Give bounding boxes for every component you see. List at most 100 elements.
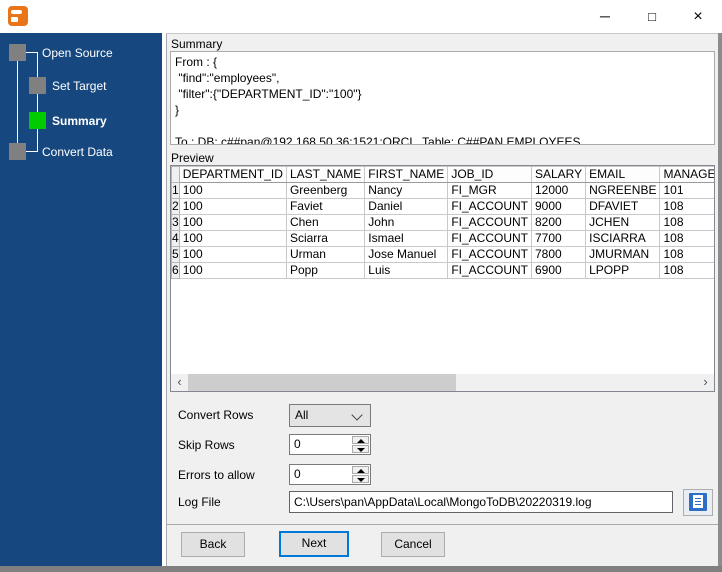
close-button[interactable]: × bbox=[682, 4, 714, 29]
preview-grid: DEPARTMENT_ID LAST_NAME FIRST_NAME JOB_ID SA… bbox=[170, 165, 715, 392]
table-cell: 7800 bbox=[530, 246, 587, 263]
table-cell: Daniel bbox=[364, 198, 449, 215]
table-cell: DFAVIET bbox=[585, 198, 661, 215]
table-cell: FI_MGR bbox=[447, 182, 532, 199]
table-row: 4 100 Sciarra Ismael FI_ACCOUNT 7700 ISCIARRA 1… bbox=[171, 230, 714, 247]
cancel-button[interactable]: Cancel bbox=[381, 532, 445, 557]
scrollbar-thumb[interactable] bbox=[188, 374, 456, 391]
errors-to-allow-label: Errors to allow bbox=[178, 468, 255, 482]
table-cell: FI_ACCOUNT bbox=[447, 214, 532, 231]
column-header: SALARY bbox=[530, 166, 587, 183]
minimize-button[interactable]: ─ bbox=[589, 4, 621, 29]
next-button[interactable]: Next bbox=[279, 531, 349, 557]
arrow-down-icon bbox=[357, 478, 365, 482]
table-cell: NGREENBE bbox=[585, 182, 661, 199]
errors-increment-button[interactable] bbox=[352, 466, 369, 474]
column-header: EMAIL bbox=[585, 166, 661, 183]
arrow-up-icon bbox=[357, 439, 365, 443]
table-cell: Greenberg bbox=[285, 182, 366, 199]
skip-rows-label: Skip Rows bbox=[178, 438, 235, 452]
corner-cell bbox=[171, 166, 180, 183]
table-cell: FI_ACCOUNT bbox=[447, 198, 532, 215]
title-bar: ─ □ × bbox=[0, 0, 722, 33]
table-cell: 9000 bbox=[530, 198, 587, 215]
content-panel: Summary From : { "find":"employees", "fi… bbox=[166, 33, 719, 566]
table-cell: 100 bbox=[178, 262, 287, 279]
table-cell: 108 bbox=[659, 198, 714, 215]
row-number: 2 bbox=[171, 198, 180, 215]
table-row: 6 100 Popp Luis FI_ACCOUNT 6900 LPOPP 108 bbox=[171, 262, 714, 279]
document-icon bbox=[689, 493, 707, 511]
table-cell: FI_ACCOUNT bbox=[447, 262, 532, 279]
table-cell: JMURMAN bbox=[585, 246, 661, 263]
view-log-button[interactable] bbox=[683, 489, 713, 516]
skip-rows-decrement-button[interactable] bbox=[352, 445, 369, 453]
table-cell: 108 bbox=[659, 262, 714, 279]
skip-rows-stepper[interactable]: 0 bbox=[289, 434, 371, 455]
column-header: DEPARTMENT_ID bbox=[178, 166, 287, 183]
table-cell: Sciarra bbox=[285, 230, 366, 247]
table-cell: 108 bbox=[659, 246, 714, 263]
back-button[interactable]: Back bbox=[181, 532, 245, 557]
window-right-border bbox=[718, 33, 722, 566]
table-cell: Urman bbox=[285, 246, 366, 263]
log-file-input[interactable] bbox=[289, 491, 673, 513]
table-cell: 100 bbox=[178, 230, 287, 247]
step-square-convert-data bbox=[9, 143, 26, 160]
preview-header-row: DEPARTMENT_ID LAST_NAME FIRST_NAME JOB_ID SA… bbox=[171, 166, 714, 183]
convert-rows-value: All bbox=[295, 408, 309, 422]
row-number: 1 bbox=[171, 182, 180, 199]
convert-rows-select[interactable]: All bbox=[289, 404, 371, 427]
chevron-down-icon bbox=[351, 409, 363, 421]
table-cell: Luis bbox=[364, 262, 449, 279]
table-cell: John bbox=[364, 214, 449, 231]
step-square-set-target bbox=[29, 77, 46, 94]
sidebar-step-convert-data: Convert Data bbox=[42, 145, 113, 159]
errors-to-allow-stepper[interactable]: 0 bbox=[289, 464, 371, 485]
table-row: 1 100 Greenberg Nancy FI_MGR 12000 NGREENBE 101 bbox=[171, 182, 714, 199]
skip-rows-increment-button[interactable] bbox=[352, 436, 369, 444]
table-cell: ISCIARRA bbox=[585, 230, 661, 247]
column-header: FIRST_NAME bbox=[364, 166, 449, 183]
app-logo-icon bbox=[8, 6, 28, 26]
table-cell: Popp bbox=[285, 262, 366, 279]
table-cell: 108 bbox=[659, 214, 714, 231]
table-cell: 7700 bbox=[530, 230, 587, 247]
errors-decrement-button[interactable] bbox=[352, 475, 369, 483]
preview-table-viewport: DEPARTMENT_ID LAST_NAME FIRST_NAME JOB_ID SA… bbox=[171, 166, 714, 374]
errors-to-allow-value: 0 bbox=[294, 467, 301, 481]
row-number: 6 bbox=[171, 262, 180, 279]
column-header: JOB_ID bbox=[447, 166, 532, 183]
step-connector-line bbox=[37, 52, 38, 151]
preview-section-label: Preview bbox=[171, 151, 214, 165]
maximize-button[interactable]: □ bbox=[636, 4, 668, 29]
window-bottom-border bbox=[0, 566, 722, 572]
preview-table: DEPARTMENT_ID LAST_NAME FIRST_NAME JOB_ID SA… bbox=[171, 166, 714, 279]
table-cell: LPOPP bbox=[585, 262, 661, 279]
summary-section-label: Summary bbox=[171, 37, 223, 51]
arrow-down-icon bbox=[357, 448, 365, 452]
sidebar-step-summary: Summary bbox=[52, 114, 107, 128]
table-cell: 8200 bbox=[530, 214, 587, 231]
step-connector-line bbox=[26, 151, 38, 152]
column-header: LAST_NAME bbox=[285, 166, 366, 183]
table-cell: Chen bbox=[285, 214, 366, 231]
table-row: 2 100 Faviet Daniel FI_ACCOUNT 9000 DFAVIET 108 bbox=[171, 198, 714, 215]
table-cell: 100 bbox=[178, 182, 287, 199]
button-bar-divider bbox=[167, 524, 719, 525]
log-file-label: Log File bbox=[178, 495, 221, 509]
table-cell: 12000 bbox=[530, 182, 587, 199]
sidebar-step-set-target: Set Target bbox=[52, 79, 107, 93]
step-square-summary bbox=[29, 112, 46, 129]
table-cell: 100 bbox=[178, 246, 287, 263]
table-row: 5 100 Urman Jose Manuel FI_ACCOUNT 7800 JMURMA… bbox=[171, 246, 714, 263]
table-cell: Faviet bbox=[285, 198, 366, 215]
scroll-left-icon[interactable]: ‹ bbox=[171, 374, 188, 391]
table-cell: 100 bbox=[178, 214, 287, 231]
horizontal-scrollbar[interactable]: ‹ › bbox=[171, 374, 714, 391]
sidebar-step-open-source: Open Source bbox=[42, 46, 113, 60]
step-square-open-source bbox=[9, 44, 26, 61]
table-cell: 6900 bbox=[530, 262, 587, 279]
table-cell: 108 bbox=[659, 230, 714, 247]
scroll-right-icon[interactable]: › bbox=[697, 374, 714, 391]
